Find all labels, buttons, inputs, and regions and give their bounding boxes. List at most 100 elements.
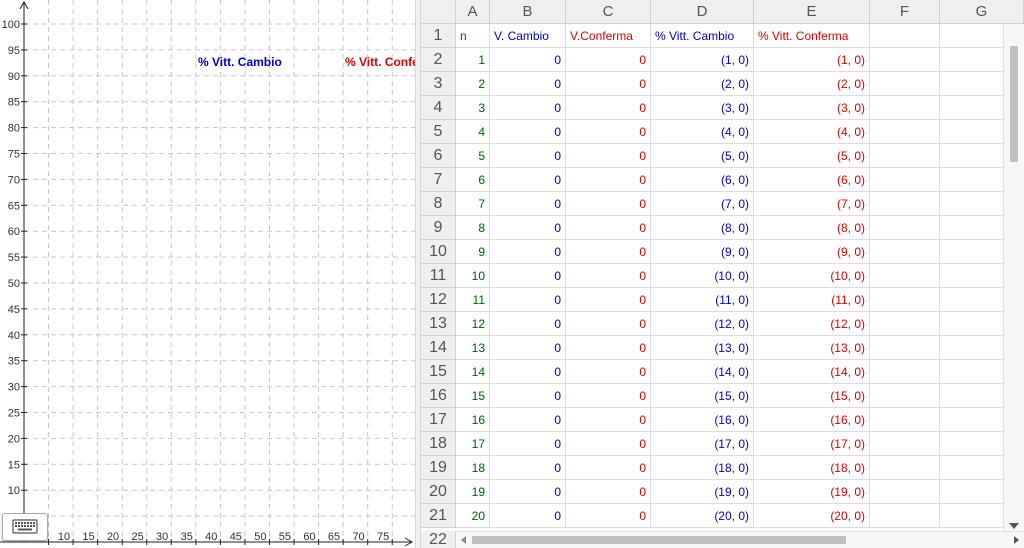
cell-a9[interactable]: 8 xyxy=(456,216,490,240)
cell-b17[interactable]: 0 xyxy=(490,408,566,432)
cell-a2[interactable]: 1 xyxy=(456,48,490,72)
cell-e18[interactable]: (17, 0) xyxy=(754,432,870,456)
cell-c21[interactable]: 0 xyxy=(566,504,651,528)
cell-c20[interactable]: 0 xyxy=(566,480,651,504)
cell-f2[interactable] xyxy=(870,48,940,72)
cell-e1[interactable]: % Vitt. Conferma xyxy=(754,24,870,48)
cell-f15[interactable] xyxy=(870,360,940,384)
cell-e11[interactable]: (10, 0) xyxy=(754,264,870,288)
cell-f8[interactable] xyxy=(870,192,940,216)
cell-c1[interactable]: V.Conferma xyxy=(566,24,651,48)
cell-d15[interactable]: (14, 0) xyxy=(651,360,754,384)
cell-f19[interactable] xyxy=(870,456,940,480)
cell-f7[interactable] xyxy=(870,168,940,192)
scroll-left-arrow-icon[interactable] xyxy=(461,536,466,544)
cell-c5[interactable]: 0 xyxy=(566,120,651,144)
cell-c9[interactable]: 0 xyxy=(566,216,651,240)
cell-c11[interactable]: 0 xyxy=(566,264,651,288)
cell-a21[interactable]: 20 xyxy=(456,504,490,528)
cell-f3[interactable] xyxy=(870,72,940,96)
cell-d7[interactable]: (6, 0) xyxy=(651,168,754,192)
cell-e12[interactable]: (11, 0) xyxy=(754,288,870,312)
cell-b1[interactable]: V. Cambio xyxy=(490,24,566,48)
cell-e10[interactable]: (9, 0) xyxy=(754,240,870,264)
cell-c14[interactable]: 0 xyxy=(566,336,651,360)
cell-a10[interactable]: 9 xyxy=(456,240,490,264)
cell-a20[interactable]: 19 xyxy=(456,480,490,504)
cell-b4[interactable]: 0 xyxy=(490,96,566,120)
cell-c16[interactable]: 0 xyxy=(566,384,651,408)
cell-b19[interactable]: 0 xyxy=(490,456,566,480)
cell-e15[interactable]: (14, 0) xyxy=(754,360,870,384)
cell-c17[interactable]: 0 xyxy=(566,408,651,432)
row-header[interactable]: 2 xyxy=(421,48,456,72)
spreadsheet-view[interactable]: A B C D E F G 1 n V. Cambio V.Conferma %… xyxy=(421,0,1024,548)
cell-a12[interactable]: 11 xyxy=(456,288,490,312)
row-header[interactable]: 3 xyxy=(421,72,456,96)
cell-d21[interactable]: (20, 0) xyxy=(651,504,754,528)
cell-e20[interactable]: (19, 0) xyxy=(754,480,870,504)
cell-b21[interactable]: 0 xyxy=(490,504,566,528)
cell-b14[interactable]: 0 xyxy=(490,336,566,360)
row-header[interactable]: 18 xyxy=(421,432,456,456)
cell-e3[interactable]: (2, 0) xyxy=(754,72,870,96)
cell-f10[interactable] xyxy=(870,240,940,264)
row-header[interactable]: 7 xyxy=(421,168,456,192)
cell-a19[interactable]: 18 xyxy=(456,456,490,480)
cell-f6[interactable] xyxy=(870,144,940,168)
cell-b11[interactable]: 0 xyxy=(490,264,566,288)
cell-e19[interactable]: (18, 0) xyxy=(754,456,870,480)
cell-f17[interactable] xyxy=(870,408,940,432)
cell-c3[interactable]: 0 xyxy=(566,72,651,96)
cell-b15[interactable]: 0 xyxy=(490,360,566,384)
cell-c7[interactable]: 0 xyxy=(566,168,651,192)
cell-e17[interactable]: (16, 0) xyxy=(754,408,870,432)
cell-c6[interactable]: 0 xyxy=(566,144,651,168)
cell-f13[interactable] xyxy=(870,312,940,336)
row-header[interactable]: 6 xyxy=(421,144,456,168)
cell-d13[interactable]: (12, 0) xyxy=(651,312,754,336)
cell-b2[interactable]: 0 xyxy=(490,48,566,72)
cell-a5[interactable]: 4 xyxy=(456,120,490,144)
row-header[interactable]: 12 xyxy=(421,288,456,312)
cell-c18[interactable]: 0 xyxy=(566,432,651,456)
cell-e6[interactable]: (5, 0) xyxy=(754,144,870,168)
cell-d5[interactable]: (4, 0) xyxy=(651,120,754,144)
cell-c12[interactable]: 0 xyxy=(566,288,651,312)
cell-e14[interactable]: (13, 0) xyxy=(754,336,870,360)
cell-c8[interactable]: 0 xyxy=(566,192,651,216)
cell-a6[interactable]: 5 xyxy=(456,144,490,168)
cell-d9[interactable]: (8, 0) xyxy=(651,216,754,240)
cell-b10[interactable]: 0 xyxy=(490,240,566,264)
cell-d11[interactable]: (10, 0) xyxy=(651,264,754,288)
cell-e9[interactable]: (8, 0) xyxy=(754,216,870,240)
vertical-scrollbar[interactable] xyxy=(1003,24,1024,531)
cell-f14[interactable] xyxy=(870,336,940,360)
cell-f11[interactable] xyxy=(870,264,940,288)
row-header[interactable]: 1 xyxy=(421,24,456,48)
cell-f5[interactable] xyxy=(870,120,940,144)
sheet-corner[interactable] xyxy=(421,0,456,24)
row-header[interactable]: 20 xyxy=(421,480,456,504)
cell-b6[interactable]: 0 xyxy=(490,144,566,168)
cell-d19[interactable]: (18, 0) xyxy=(651,456,754,480)
cell-c15[interactable]: 0 xyxy=(566,360,651,384)
row-header[interactable]: 5 xyxy=(421,120,456,144)
row-header[interactable]: 8 xyxy=(421,192,456,216)
cell-d8[interactable]: (7, 0) xyxy=(651,192,754,216)
cell-a3[interactable]: 2 xyxy=(456,72,490,96)
cell-b18[interactable]: 0 xyxy=(490,432,566,456)
cell-a14[interactable]: 13 xyxy=(456,336,490,360)
row-header[interactable]: 21 xyxy=(421,504,456,528)
cell-d20[interactable]: (19, 0) xyxy=(651,480,754,504)
column-header-f[interactable]: F xyxy=(870,0,940,24)
keyboard-toggle-button[interactable] xyxy=(2,513,48,541)
cell-f16[interactable] xyxy=(870,384,940,408)
horizontal-scrollbar[interactable] xyxy=(456,531,1024,548)
column-header-b[interactable]: B xyxy=(490,0,566,24)
cell-d12[interactable]: (11, 0) xyxy=(651,288,754,312)
cell-e2[interactable]: (1, 0) xyxy=(754,48,870,72)
column-header-c[interactable]: C xyxy=(566,0,651,24)
cell-d4[interactable]: (3, 0) xyxy=(651,96,754,120)
cell-d14[interactable]: (13, 0) xyxy=(651,336,754,360)
